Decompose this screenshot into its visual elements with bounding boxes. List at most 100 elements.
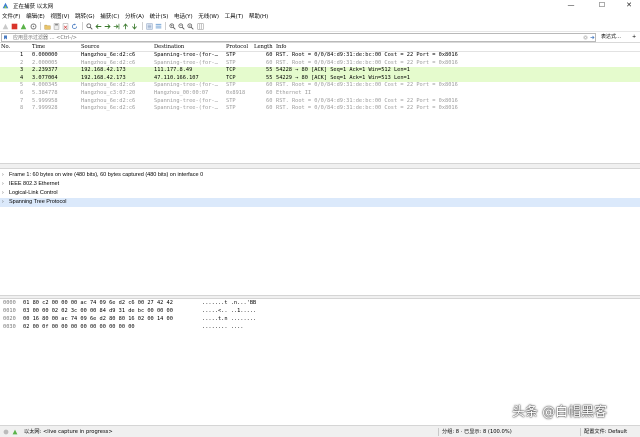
filter-bookmark-icon[interactable]	[3, 35, 8, 40]
packet-protocol: STP	[226, 82, 236, 89]
expression-label: 表达式…	[601, 34, 622, 40]
packet-time: 3.077004	[32, 74, 58, 81]
minimize-button[interactable]: —	[560, 0, 582, 11]
packet-protocol: TCP	[226, 67, 236, 74]
bytes-row[interactable]: 0000 01 80 c2 00 00 00 ac 74 09 6e d2 c6…	[0, 299, 640, 307]
menu-view[interactable]: 视图(V)	[50, 12, 69, 20]
bytes-row[interactable]: 0030 02 00 0f 00 00 00 00 00 00 00 00 00…	[0, 323, 640, 331]
packet-details-pane: › Frame 1: 60 bytes on wire (480 bits), …	[0, 169, 640, 295]
filter-apply-arrow-icon[interactable]	[590, 35, 595, 40]
restart-icon[interactable]	[20, 23, 27, 30]
detail-tree-item-llc[interactable]: › Logical-Link Control	[0, 189, 640, 198]
menu-statistics[interactable]: 统计(S)	[150, 12, 169, 20]
bytes-hex: 02 00 0f 00 00 00 00 00 00 00 00 00	[23, 324, 135, 330]
packet-row[interactable]: 1 0.000000 Hangzhou_6e:d2:c6 Spanning-tr…	[0, 52, 640, 60]
options-gear-icon[interactable]	[30, 23, 37, 30]
packet-row[interactable]: 7 5.999958 Hangzhou_6e:d2:c6 Spanning-tr…	[0, 98, 640, 106]
expand-arrow-icon[interactable]: ›	[2, 189, 4, 198]
wireshark-fin-icon	[2, 2, 9, 9]
packet-destination: Hangzhou_00:00:07	[154, 90, 209, 96]
packet-row[interactable]: 8 7.999928 Hangzhou_6e:d2:c6 Spanning-tr…	[0, 105, 640, 113]
shark-fin-start-icon[interactable]	[2, 23, 9, 30]
bytes-offset: 0020	[3, 316, 16, 322]
menu-analyze[interactable]: 分析(A)	[125, 12, 144, 20]
back-arrow-icon[interactable]	[95, 23, 102, 30]
column-header-no[interactable]: No.	[1, 44, 10, 50]
goto-packet-icon[interactable]	[113, 23, 120, 30]
bytes-hex: 00 16 80 00 ac 74 09 6e d2 80 80 16 02 0…	[23, 316, 173, 322]
packet-length: 55	[266, 74, 273, 81]
packet-source: Hangzhou_6e:d2:c6	[81, 52, 136, 58]
detail-text: Frame 1: 60 bytes on wire (480 bits), 60…	[9, 172, 204, 178]
packet-count-status: 分组: 8 · 已显示: 8 (100.0%)	[442, 429, 512, 435]
packet-row[interactable]: 3 2.239377 192.168.42.173 111.177.8.49 T…	[0, 67, 640, 75]
expression-button[interactable]: 表达式… +	[600, 33, 638, 42]
autoscroll-icon[interactable]	[146, 22, 153, 30]
display-filter-input[interactable]	[1, 33, 596, 42]
zoom-in-icon[interactable]	[169, 22, 176, 30]
toolbar-separator	[39, 22, 41, 30]
packet-row[interactable]: 2 2.000005 Hangzhou_6e:d2:c6 Spanning-tr…	[0, 60, 640, 68]
toolbar-separator	[81, 22, 83, 30]
packet-protocol: 0x8918	[226, 90, 246, 96]
zoom-reset-icon[interactable]	[187, 22, 194, 30]
column-header-protocol[interactable]: Protocol	[226, 44, 248, 50]
column-header-length[interactable]: Length	[254, 44, 273, 50]
bytes-row[interactable]: 0020 00 16 80 00 ac 74 09 6e d2 80 80 16…	[0, 315, 640, 323]
close-button[interactable]: ✕	[618, 0, 640, 11]
bytes-ascii: .....<.. ..1.....	[202, 308, 257, 314]
packet-no: 7	[20, 97, 24, 104]
packet-info: 54229 → 80 [ACK] Seq=1 Ack=1 Win=513 Len…	[276, 74, 410, 81]
capture-status-icon[interactable]	[12, 429, 18, 435]
filter-clear-icon[interactable]	[583, 35, 588, 40]
resize-columns-icon[interactable]	[197, 22, 204, 30]
expand-arrow-icon[interactable]: ›	[2, 180, 4, 189]
menu-edit[interactable]: 编辑(E)	[26, 12, 45, 20]
find-icon[interactable]	[85, 22, 93, 30]
menu-file[interactable]: 文件(F)	[2, 12, 20, 20]
menu-capture[interactable]: 捕获(C)	[100, 12, 119, 20]
packet-no: 4	[20, 74, 24, 81]
maximize-button[interactable]: ☐	[591, 0, 613, 11]
detail-tree-item-frame[interactable]: › Frame 1: 60 bytes on wire (480 bits), …	[0, 171, 640, 180]
status-bar: 以太网: <live capture in progress> 分组: 8 · …	[0, 425, 640, 437]
expand-arrow-icon[interactable]: ›	[2, 171, 4, 180]
column-header-destination[interactable]: Destination	[154, 44, 184, 50]
save-file-icon[interactable]	[53, 22, 60, 30]
detail-tree-item-stp[interactable]: › Spanning Tree Protocol	[0, 198, 640, 207]
packet-time: 4.000345	[32, 82, 58, 89]
menu-wireless[interactable]: 无线(W)	[198, 12, 219, 20]
close-file-icon[interactable]	[62, 22, 69, 30]
zoom-out-icon[interactable]	[178, 22, 185, 30]
packet-protocol: TCP	[226, 74, 236, 81]
stop-icon[interactable]	[11, 23, 18, 30]
window-title: 正在捕获 以太网	[13, 3, 54, 10]
menu-telephony[interactable]: 电话(Y)	[174, 12, 193, 20]
column-header-source[interactable]: Source	[81, 44, 99, 50]
menu-go[interactable]: 跳转(G)	[75, 12, 95, 20]
title-bar: 正在捕获 以太网 — ☐ ✕	[0, 0, 640, 11]
packet-length: 55	[266, 67, 273, 74]
reload-icon[interactable]	[71, 22, 78, 30]
column-header-info[interactable]: Info	[276, 44, 286, 50]
column-header-time[interactable]: Time	[32, 44, 45, 50]
bytes-row[interactable]: 0010 03 00 00 02 02 3c 00 00 84 d9 31 de…	[0, 307, 640, 315]
packet-row[interactable]: 4 3.077004 192.168.42.173 47.110.166.107…	[0, 74, 640, 83]
colorize-icon[interactable]	[155, 23, 162, 30]
menu-help[interactable]: 帮助(H)	[249, 12, 268, 20]
packet-info: RST. Root = 0/0/84:d9:31:de:bc:00 Cost =…	[276, 52, 458, 58]
profile-status[interactable]: 配置文件: Default	[584, 426, 627, 437]
packet-row[interactable]: 6 5.384778 Hangzhou_c3:07:20 Hangzhou_00…	[0, 90, 640, 98]
first-packet-icon[interactable]	[122, 22, 129, 30]
packet-source: 192.168.42.173	[81, 67, 126, 74]
packet-destination: Spanning-tree-(for-…	[154, 52, 218, 58]
expand-arrow-icon[interactable]: ›	[2, 198, 4, 207]
packet-info: RST. Root = 0/0/84:d9:31:de:bc:00 Cost =…	[276, 105, 458, 112]
detail-tree-item-ethernet[interactable]: › IEEE 802.3 Ethernet	[0, 180, 640, 189]
forward-arrow-icon[interactable]	[104, 23, 111, 30]
packet-row[interactable]: 5 4.000345 Hangzhou_6e:d2:c6 Spanning-tr…	[0, 82, 640, 90]
open-file-icon[interactable]	[44, 23, 51, 30]
menu-tools[interactable]: 工具(T)	[225, 12, 244, 20]
expert-info-icon[interactable]	[3, 429, 9, 435]
last-packet-icon[interactable]	[131, 23, 138, 30]
